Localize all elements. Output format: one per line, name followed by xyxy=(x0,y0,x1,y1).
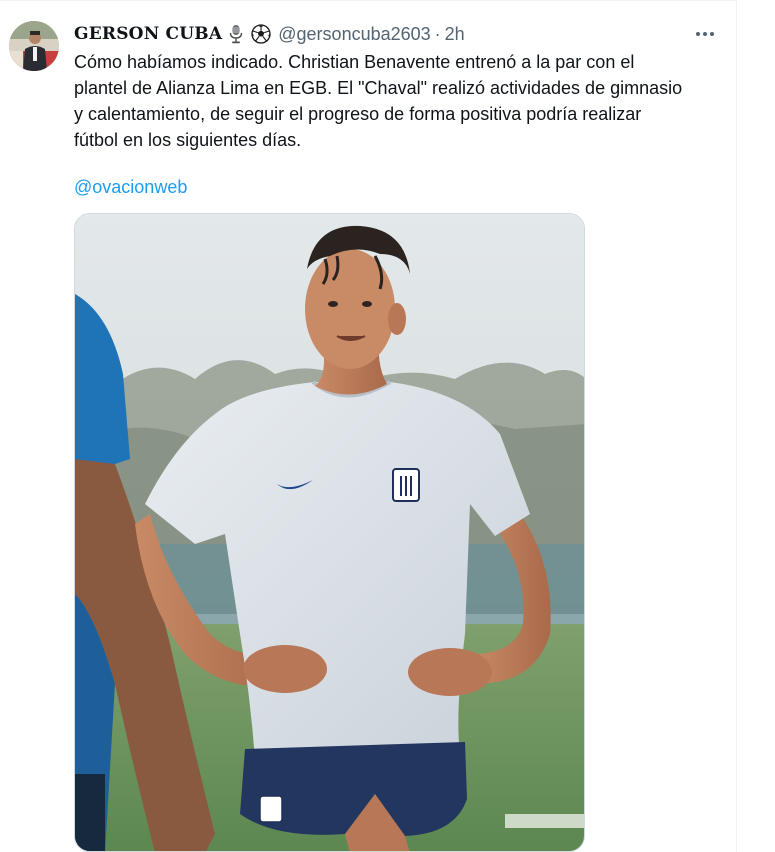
player-training-photo xyxy=(75,214,584,851)
tweet-card[interactable]: GERSON CUBA @gersoncuba2603 · 2h Cómo ha… xyxy=(0,0,737,852)
mention-link[interactable]: @ovacionweb xyxy=(74,174,187,200)
studio-microphone-icon xyxy=(225,23,247,45)
timestamp[interactable]: 2h xyxy=(445,24,465,45)
more-horizontal-icon xyxy=(696,32,700,36)
more-options-button[interactable] xyxy=(690,21,720,47)
tweet-header: GERSON CUBA @gersoncuba2603 · 2h xyxy=(74,21,465,47)
soccer-ball-icon xyxy=(250,23,272,45)
user-handle[interactable]: @gersoncuba2603 xyxy=(278,24,430,45)
display-name[interactable]: GERSON CUBA xyxy=(74,24,222,44)
page-gutter xyxy=(737,0,775,852)
avatar-photo xyxy=(9,21,59,71)
tweet-photo[interactable] xyxy=(74,213,585,852)
tweet-text: Cómo habíamos indicado. Christian Benave… xyxy=(74,52,683,150)
avatar[interactable] xyxy=(9,21,59,71)
separator-dot: · xyxy=(434,23,441,44)
